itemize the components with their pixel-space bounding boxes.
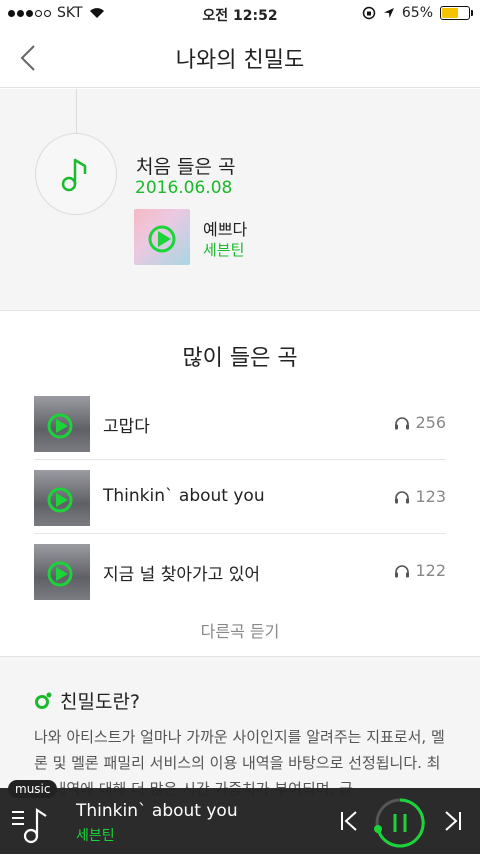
album-cover bbox=[34, 544, 90, 600]
rotation-lock-icon bbox=[362, 6, 376, 20]
track-title: Thinkin` about you bbox=[103, 486, 265, 506]
play-count: 123 bbox=[394, 487, 446, 506]
album-thumbnail[interactable] bbox=[134, 209, 190, 265]
nav-bar: 나와의 친밀도 bbox=[0, 28, 480, 88]
mini-player[interactable]: music Thinkin` about you 세븐틴 bbox=[0, 780, 480, 854]
most-listened-section: 많이 들은 곡 고맙다 256 Thinkin` about you 123 지… bbox=[0, 312, 480, 657]
first-listened-date: 2016.06.08 bbox=[135, 178, 233, 198]
album-cover bbox=[34, 470, 90, 526]
page-title: 나와의 친밀도 bbox=[175, 48, 305, 73]
play-icon bbox=[47, 561, 73, 587]
album-cover bbox=[34, 396, 90, 452]
play-count: 122 bbox=[394, 561, 446, 580]
about-heading-text: 친밀도란? bbox=[60, 691, 141, 713]
track-row[interactable]: 지금 널 찾아가고 있어 122 bbox=[34, 534, 446, 608]
timeline-line bbox=[76, 89, 77, 133]
headphones-icon bbox=[395, 490, 410, 503]
music-note-icon bbox=[61, 158, 87, 192]
play-count: 256 bbox=[394, 413, 446, 432]
play-count-value: 123 bbox=[415, 487, 446, 506]
about-section: 친밀도란? 나와 아티스트가 얼마나 가까운 사이인지를 알려주는 지표로서, … bbox=[0, 657, 480, 798]
intimacy-icon bbox=[35, 692, 52, 709]
previous-button[interactable] bbox=[338, 810, 360, 832]
now-playing-title[interactable]: Thinkin` about you bbox=[76, 801, 238, 821]
battery-icon bbox=[440, 6, 473, 20]
headphones-icon bbox=[395, 416, 410, 429]
play-icon bbox=[47, 487, 73, 513]
music-note-badge bbox=[35, 133, 117, 215]
about-heading: 친밀도란? bbox=[34, 687, 140, 714]
play-icon bbox=[47, 413, 73, 439]
first-song-title[interactable]: 예쁘다 bbox=[203, 216, 247, 240]
play-count-value: 256 bbox=[415, 413, 446, 432]
track-title: 지금 널 찾아가고 있어 bbox=[103, 565, 260, 585]
first-listened-label: 처음 들은 곡 bbox=[136, 156, 236, 178]
track-row[interactable]: 고맙다 256 bbox=[34, 386, 446, 460]
now-playing-artist[interactable]: 세븐틴 bbox=[76, 825, 115, 845]
more-songs-link[interactable]: 다른곡 듣기 bbox=[0, 618, 480, 642]
music-tag: music bbox=[8, 780, 58, 798]
status-bar: SKT 오전 12:52 65% bbox=[0, 0, 480, 28]
play-icon bbox=[148, 225, 176, 253]
first-listened-section: 처음 들은 곡 2016.06.08 예쁘다 세븐틴 bbox=[0, 89, 480, 311]
track-title: 고맙다 bbox=[103, 417, 150, 437]
playlist-icon[interactable] bbox=[10, 806, 50, 844]
pause-button[interactable] bbox=[374, 797, 426, 849]
next-button[interactable] bbox=[442, 810, 464, 832]
first-song-artist[interactable]: 세븐틴 bbox=[203, 239, 244, 260]
section-title: 많이 들은 곡 bbox=[182, 346, 298, 371]
play-count-value: 122 bbox=[415, 561, 446, 580]
track-row[interactable]: Thinkin` about you 123 bbox=[34, 460, 446, 534]
battery-percent: 65% bbox=[401, 5, 433, 21]
headphones-icon bbox=[395, 564, 410, 577]
location-icon bbox=[383, 8, 394, 18]
